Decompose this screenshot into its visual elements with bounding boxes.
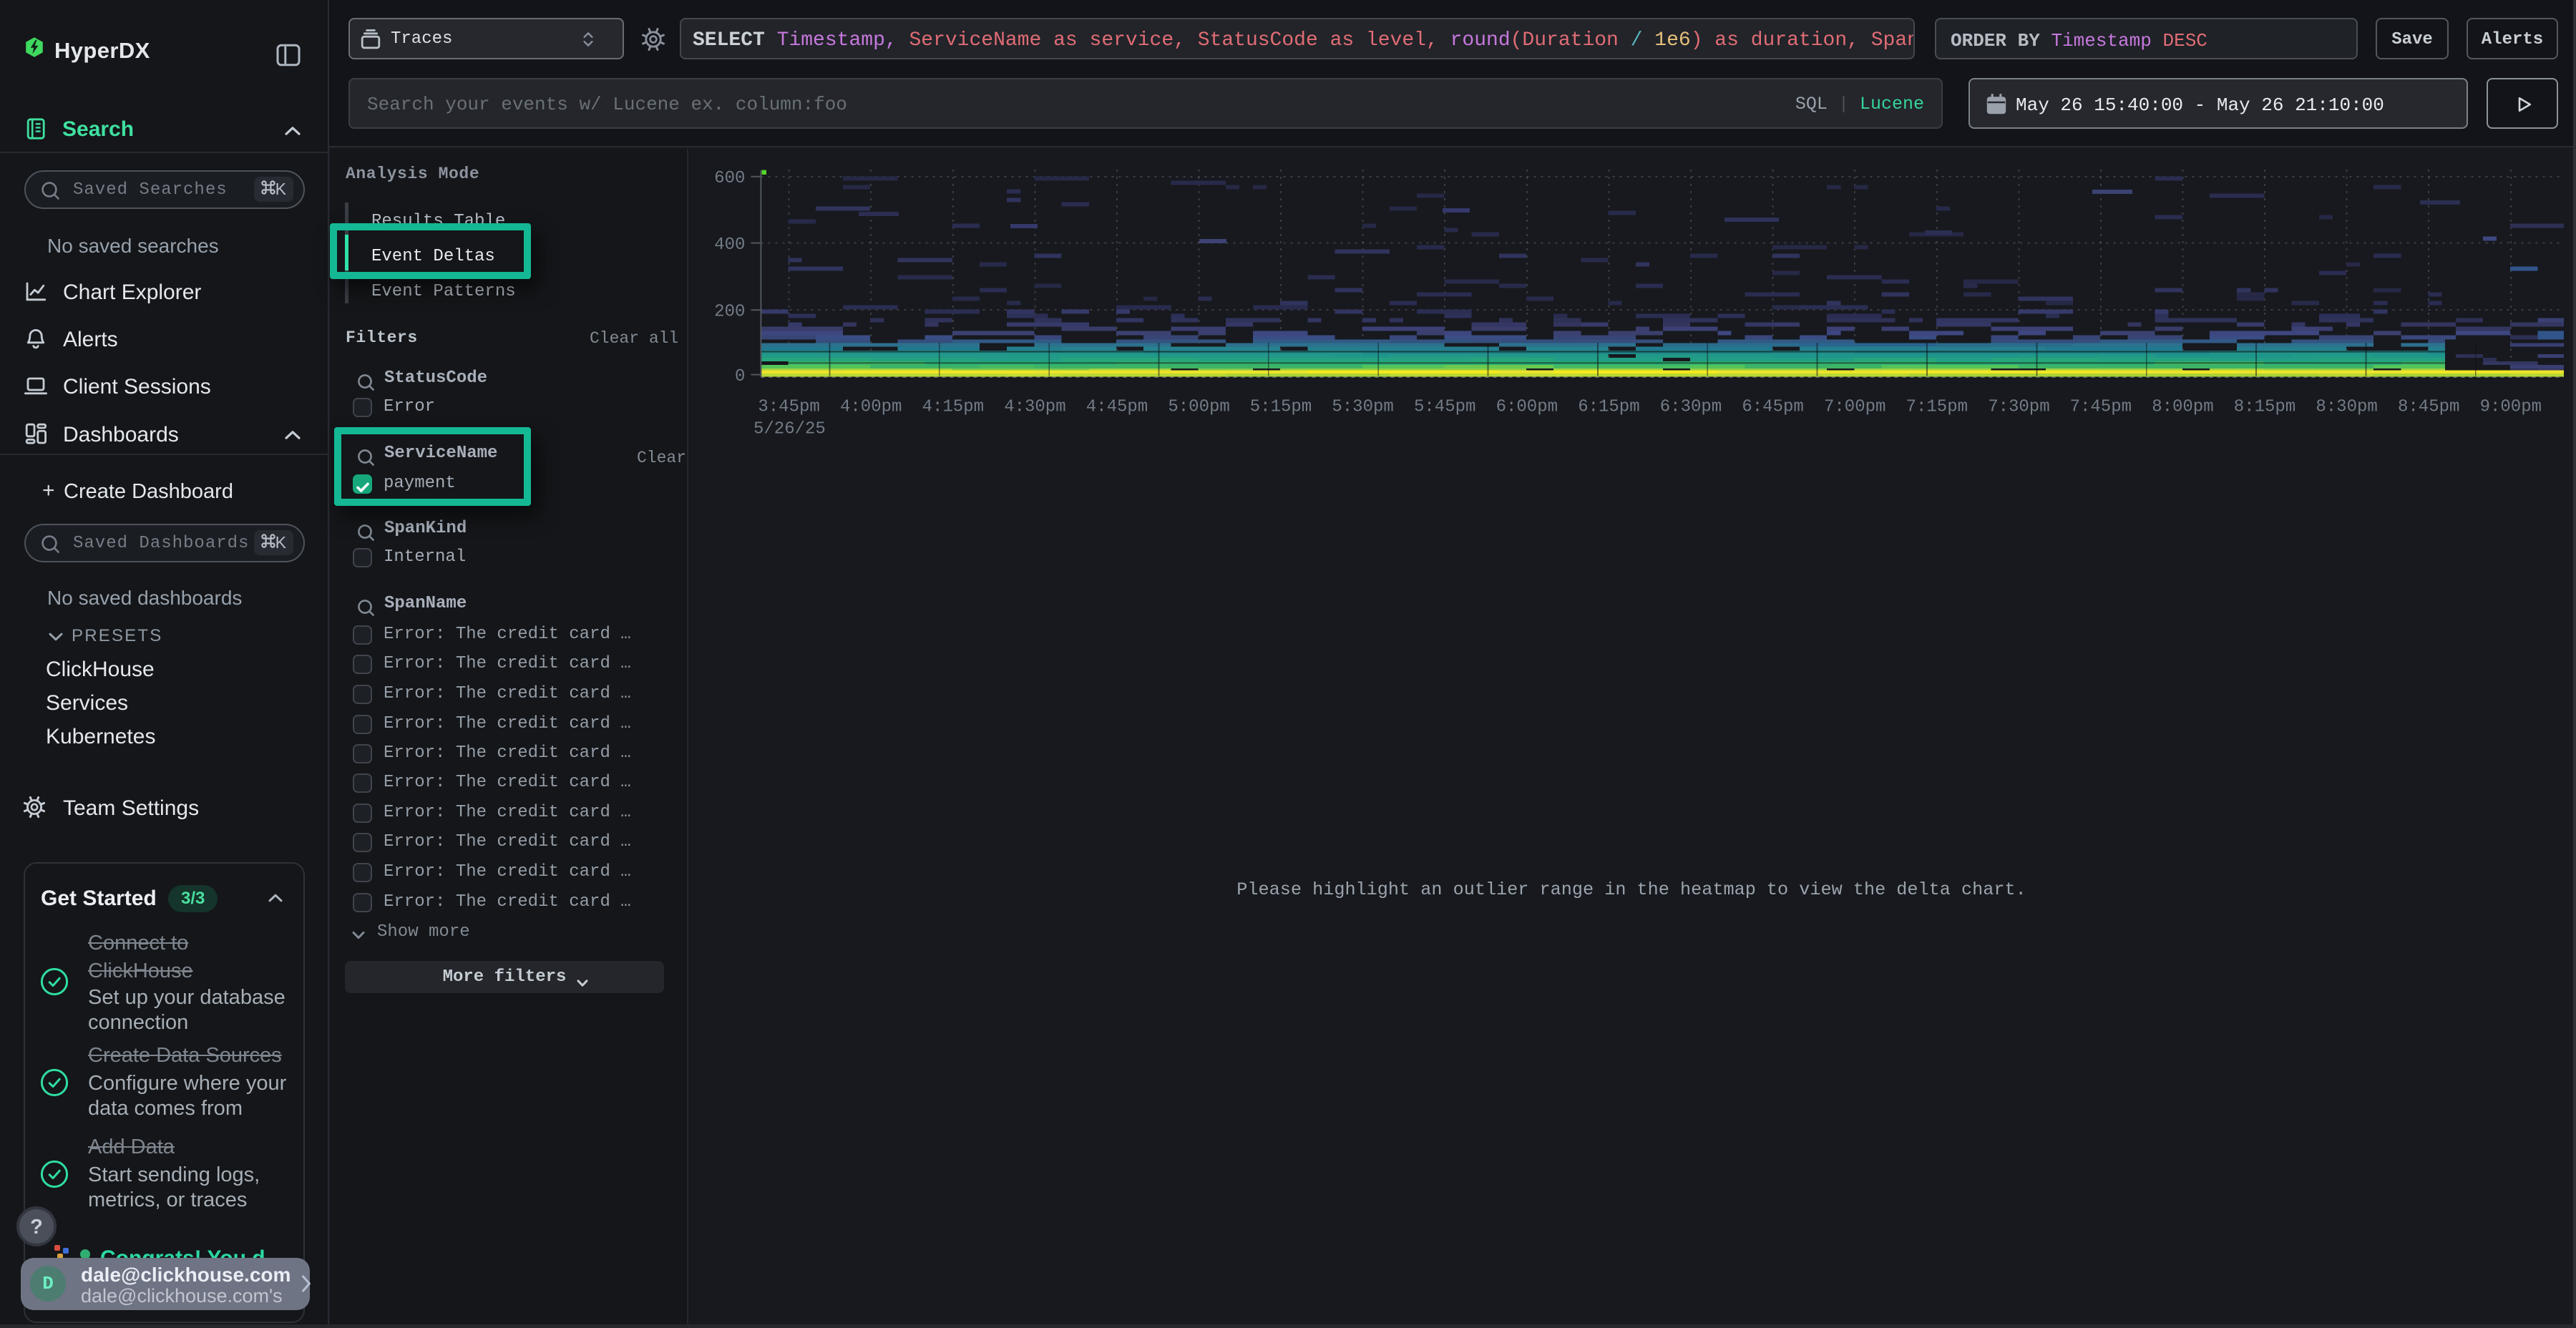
- svg-text:400: 400: [714, 235, 745, 255]
- svg-text:7:00pm: 7:00pm: [1824, 398, 1885, 417]
- svg-text:7:15pm: 7:15pm: [1906, 398, 1968, 417]
- svg-text:6:00pm: 6:00pm: [1496, 398, 1558, 417]
- svg-text:Please highlight an outlier ra: Please highlight an outlier range in the…: [1236, 879, 2026, 900]
- svg-text:6:30pm: 6:30pm: [1660, 398, 1722, 417]
- svg-text:3:45pm: 3:45pm: [758, 398, 819, 417]
- svg-text:5:30pm: 5:30pm: [1332, 398, 1393, 417]
- svg-text:5:00pm: 5:00pm: [1168, 398, 1229, 417]
- svg-text:8:30pm: 8:30pm: [2316, 398, 2377, 417]
- svg-text:4:00pm: 4:00pm: [840, 398, 902, 417]
- svg-text:600: 600: [714, 169, 745, 188]
- svg-text:6:15pm: 6:15pm: [1578, 398, 1639, 417]
- svg-text:8:45pm: 8:45pm: [2398, 398, 2459, 417]
- svg-text:4:45pm: 4:45pm: [1086, 398, 1148, 417]
- svg-text:9:00pm: 9:00pm: [2480, 398, 2542, 417]
- svg-text:5:15pm: 5:15pm: [1250, 398, 1312, 417]
- svg-text:8:00pm: 8:00pm: [2152, 398, 2213, 417]
- svg-text:0: 0: [735, 367, 745, 386]
- svg-text:7:30pm: 7:30pm: [1988, 398, 2049, 417]
- svg-text:4:15pm: 4:15pm: [922, 398, 984, 417]
- svg-text:6:45pm: 6:45pm: [1742, 398, 1803, 417]
- svg-text:8:15pm: 8:15pm: [2234, 398, 2296, 417]
- svg-text:200: 200: [714, 303, 745, 322]
- svg-text:4:30pm: 4:30pm: [1004, 398, 1065, 417]
- svg-text:5:45pm: 5:45pm: [1414, 398, 1475, 417]
- svg-text:7:45pm: 7:45pm: [2070, 398, 2132, 417]
- svg-text:5/26/25: 5/26/25: [753, 420, 826, 439]
